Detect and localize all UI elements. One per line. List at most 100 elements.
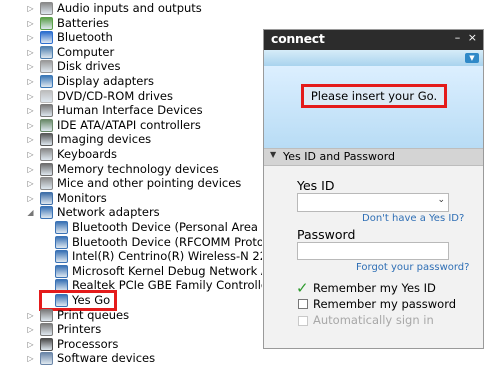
- device-tree-item[interactable]: Bluetooth Device (Personal Area Network): [0, 220, 262, 235]
- expand-arrow-icon[interactable]: ▷: [26, 59, 35, 74]
- auto-signin-label: Automatically sign in: [313, 313, 434, 327]
- expand-arrow-icon[interactable]: ▷: [26, 337, 35, 352]
- device-tree-label: Computer: [57, 44, 115, 59]
- expand-arrow-icon[interactable]: ▷: [26, 351, 35, 366]
- window-controls[interactable]: – ×: [455, 31, 479, 44]
- device-tree-item[interactable]: ▷ Print queues: [0, 308, 262, 323]
- expand-arrow-icon[interactable]: ▷: [26, 147, 35, 162]
- forgot-password-link[interactable]: Forgot your password?: [356, 262, 469, 273]
- computer-icon: [40, 45, 53, 59]
- device-tree-item[interactable]: ◢ Network adapters: [0, 205, 262, 220]
- device-tree-item[interactable]: ▷ Keyboards: [0, 147, 262, 162]
- expand-arrow-icon[interactable]: ▷: [26, 16, 35, 31]
- device-tree-item[interactable]: Intel(R) Centrino(R) Wireless-N 2230: [0, 249, 262, 264]
- device-tree-label: Display adapters: [57, 74, 155, 88]
- speaker-icon: [40, 2, 53, 15]
- remember-password-checkbox[interactable]: [298, 299, 308, 309]
- monitor-icon: [40, 191, 53, 205]
- device-tree-item[interactable]: ▷ Batteries: [0, 16, 262, 31]
- device-tree-item[interactable]: ▷ Monitors: [0, 191, 262, 206]
- device-tree: ▷ Audio inputs and outputs ▷ Batteries ▷ Blue…: [0, 0, 262, 368]
- device-tree-label: Disk drives: [57, 59, 121, 74]
- expand-arrow-icon[interactable]: ▷: [26, 162, 35, 177]
- expand-arrow-icon[interactable]: ▷: [26, 191, 35, 206]
- device-tree-item[interactable]: ▷ Software devices: [0, 351, 262, 366]
- display-icon: [40, 75, 53, 88]
- device-tree-item[interactable]: ▷ Disk drives: [0, 59, 262, 74]
- device-tree-label: Imaging devices: [57, 132, 152, 147]
- device-tree-label: Print queues: [57, 307, 130, 322]
- device-tree-item[interactable]: Microsoft Kernel Debug Network Adapter: [0, 264, 262, 279]
- network-adapter-icon: [55, 264, 68, 278]
- printer-icon: [40, 308, 53, 322]
- software-icon: [40, 352, 53, 366]
- network-adapter-icon: [55, 235, 68, 249]
- yes-id-input[interactable]: ⌄: [297, 193, 449, 212]
- network-adapter-icon: [55, 221, 68, 234]
- device-tree-label: Microsoft Kernel Debug Network Adapter: [72, 263, 262, 278]
- device-tree-label: Bluetooth: [57, 30, 113, 45]
- device-tree-label: Bluetooth Device (Personal Area Network): [72, 220, 262, 234]
- section-header[interactable]: ▼ Yes ID and Password: [264, 148, 483, 166]
- connect-toolbar: ▼: [264, 50, 483, 66]
- device-tree-item[interactable]: ▷ Printers: [0, 322, 262, 337]
- device-tree-label: Bluetooth Device (RFCOMM Protocol TDI): [72, 234, 262, 249]
- chevron-down-icon[interactable]: ▼: [465, 53, 479, 63]
- status-panel: Please insert your Go.: [264, 66, 483, 148]
- device-tree-label: Processors: [57, 336, 119, 351]
- expand-arrow-icon[interactable]: ▷: [26, 89, 35, 104]
- expand-arrow-icon[interactable]: ▷: [26, 118, 35, 133]
- device-tree-item[interactable]: ▷ DVD/CD-ROM drives: [0, 89, 262, 104]
- expand-arrow-icon[interactable]: ▷: [26, 132, 35, 147]
- device-tree-item[interactable]: ▷ Human Interface Devices: [0, 103, 262, 118]
- device-tree-item[interactable]: ▷ Audio inputs and outputs: [0, 1, 262, 16]
- device-tree-label: IDE ATA/ATAPI controllers: [57, 117, 201, 132]
- device-tree-item[interactable]: Bluetooth Device (RFCOMM Protocol TDI): [0, 235, 262, 250]
- remember-id-label: Remember my Yes ID: [313, 281, 436, 295]
- device-tree-item[interactable]: ▷ IDE ATA/ATAPI controllers: [0, 118, 262, 133]
- device-tree-label: Intel(R) Centrino(R) Wireless-N 2230: [72, 249, 262, 264]
- status-message: Please insert your Go.: [301, 84, 447, 108]
- password-label: Password: [297, 227, 356, 242]
- device-tree-label: Audio inputs and outputs: [57, 1, 202, 15]
- mouse-icon: [40, 177, 53, 191]
- connect-titlebar[interactable]: connect – ×: [264, 30, 483, 50]
- device-tree-label: DVD/CD-ROM drives: [57, 88, 173, 103]
- expand-arrow-icon[interactable]: ▷: [26, 30, 35, 45]
- device-tree-item[interactable]: ▷ Mice and other pointing devices: [0, 176, 262, 191]
- password-input[interactable]: [297, 242, 449, 260]
- ide-controller-icon: [40, 118, 53, 132]
- processor-icon: [40, 337, 53, 351]
- expand-arrow-icon[interactable]: ▷: [26, 1, 35, 16]
- expand-arrow-icon[interactable]: ▷: [26, 103, 35, 118]
- expand-arrow-icon[interactable]: ▷: [26, 74, 35, 89]
- no-yes-id-link[interactable]: Don't have a Yes ID?: [362, 213, 464, 224]
- device-tree-item[interactable]: ▷ Processors: [0, 337, 262, 352]
- collapse-arrow-icon[interactable]: ◢: [26, 205, 35, 220]
- battery-icon: [40, 16, 53, 30]
- expand-arrow-icon[interactable]: ▷: [26, 176, 35, 191]
- hid-icon: [40, 104, 53, 118]
- device-tree-item[interactable]: ▷ Imaging devices: [0, 132, 262, 147]
- checkmark-icon[interactable]: ✓: [296, 279, 309, 297]
- expand-arrow-icon[interactable]: ▷: [26, 45, 35, 60]
- yes-id-label: Yes ID: [297, 178, 335, 193]
- device-tree-item[interactable]: ▷ Display adapters: [0, 74, 262, 89]
- section-label: Yes ID and Password: [283, 150, 396, 163]
- printer-icon: [40, 323, 53, 337]
- expand-arrow-icon[interactable]: ▷: [26, 322, 35, 337]
- device-tree-label: Mice and other pointing devices: [57, 176, 242, 191]
- device-tree-label: Human Interface Devices: [57, 103, 203, 118]
- chevron-down-icon[interactable]: ⌄: [437, 195, 445, 205]
- device-tree-item[interactable]: ▷ Computer: [0, 45, 262, 60]
- keyboard-icon: [40, 148, 53, 161]
- expand-arrow-icon[interactable]: ▷: [26, 308, 35, 323]
- collapse-arrow-icon[interactable]: ▼: [270, 150, 276, 159]
- dvd-icon: [40, 89, 53, 103]
- network-adapter-icon: [55, 250, 68, 264]
- device-tree-item[interactable]: ▷ Bluetooth: [0, 30, 262, 45]
- memory-icon: [40, 162, 53, 176]
- device-tree-item[interactable]: ▷ Memory technology devices: [0, 162, 262, 177]
- network-icon: [40, 206, 53, 220]
- device-tree-label: Network adapters: [57, 205, 160, 220]
